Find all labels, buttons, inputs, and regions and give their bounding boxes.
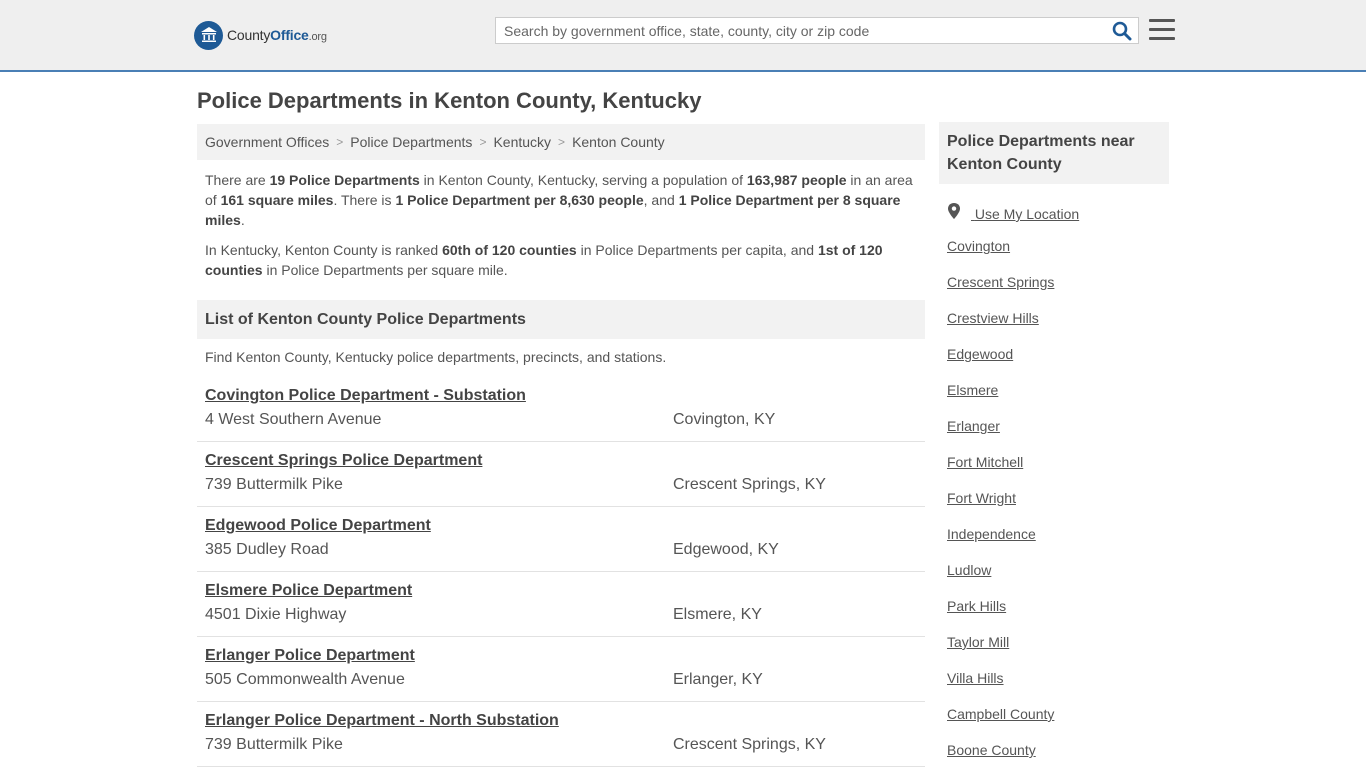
- sidebar-link-elsmere[interactable]: Elsmere: [947, 382, 1169, 418]
- breadcrumb-kenton-county[interactable]: Kenton County: [572, 134, 665, 150]
- breadcrumb-police-departments[interactable]: Police Departments: [350, 134, 472, 150]
- chevron-right-icon: >: [558, 135, 566, 149]
- county-office-logo-icon: [194, 20, 223, 50]
- department-address: 385 Dudley Road: [205, 541, 329, 558]
- list-item: Covington Police Department - Substation…: [197, 385, 925, 442]
- list-heading: List of Kenton County Police Departments: [197, 300, 925, 339]
- sidebar-link-crescent-springs[interactable]: Crescent Springs: [947, 274, 1169, 310]
- department-link[interactable]: Covington Police Department - Substation: [205, 387, 526, 405]
- department-city: Erlanger, KY: [673, 671, 763, 688]
- site-logo[interactable]: CountyOffice.org: [194, 20, 327, 50]
- department-address: 739 Buttermilk Pike: [205, 476, 343, 493]
- list-item: Elsmere Police Department 4501 Dixie Hig…: [197, 580, 925, 637]
- intro-text: There are 19 Police Departments in Kento…: [205, 170, 917, 290]
- department-address: 4501 Dixie Highway: [205, 606, 347, 623]
- search-input[interactable]: [496, 18, 1112, 43]
- sidebar-link-independence[interactable]: Independence: [947, 526, 1169, 562]
- hamburger-menu-icon[interactable]: [1149, 19, 1175, 41]
- use-my-location-label: Use My Location: [974, 206, 1080, 222]
- list-description: Find Kenton County, Kentucky police depa…: [205, 349, 667, 365]
- department-city: Elsmere, KY: [673, 606, 762, 623]
- sidebar-link-boone-county[interactable]: Boone County: [947, 742, 1169, 778]
- department-link[interactable]: Erlanger Police Department: [205, 647, 415, 665]
- chevron-right-icon: >: [479, 135, 487, 149]
- breadcrumb-government-offices[interactable]: Government Offices: [205, 134, 329, 150]
- search-icon[interactable]: [1112, 21, 1132, 41]
- list-item: Crescent Springs Police Department 739 B…: [197, 450, 925, 507]
- intro-paragraph-1: There are 19 Police Departments in Kento…: [205, 172, 913, 228]
- department-address: 505 Commonwealth Avenue: [205, 671, 405, 688]
- sidebar-heading: Police Departments near Kenton County: [939, 122, 1169, 184]
- department-address: 4 West Southern Avenue: [205, 411, 382, 428]
- department-city: Crescent Springs, KY: [673, 736, 826, 753]
- department-link[interactable]: Edgewood Police Department: [205, 517, 431, 535]
- sidebar-link-erlanger[interactable]: Erlanger: [947, 418, 1169, 454]
- map-pin-icon: [948, 203, 960, 219]
- department-link[interactable]: Erlanger Police Department - North Subst…: [205, 712, 559, 730]
- sidebar-link-campbell-county[interactable]: Campbell County: [947, 706, 1169, 742]
- intro-paragraph-2: In Kentucky, Kenton County is ranked 60t…: [205, 242, 883, 278]
- breadcrumb: Government Offices > Police Departments …: [197, 124, 925, 160]
- department-city: Covington, KY: [673, 411, 776, 428]
- sidebar-link-villa-hills[interactable]: Villa Hills: [947, 670, 1169, 706]
- breadcrumb-kentucky[interactable]: Kentucky: [493, 134, 551, 150]
- top-bar: CountyOffice.org: [0, 0, 1366, 72]
- sidebar-links: Use My Location Covington Crescent Sprin…: [939, 202, 1169, 778]
- department-city: Edgewood, KY: [673, 541, 779, 558]
- department-city: Crescent Springs, KY: [673, 476, 826, 493]
- sidebar-link-edgewood[interactable]: Edgewood: [947, 346, 1169, 382]
- search-box: [495, 17, 1139, 44]
- sidebar-link-ludlow[interactable]: Ludlow: [947, 562, 1169, 598]
- list-item: Erlanger Police Department 505 Commonwea…: [197, 645, 925, 702]
- logo-text: CountyOffice.org: [227, 27, 327, 43]
- department-link[interactable]: Crescent Springs Police Department: [205, 452, 482, 470]
- sidebar-link-crestview-hills[interactable]: Crestview Hills: [947, 310, 1169, 346]
- sidebar-link-covington[interactable]: Covington: [947, 238, 1169, 274]
- list-item: Edgewood Police Department 385 Dudley Ro…: [197, 515, 925, 572]
- department-list: Covington Police Department - Substation…: [197, 385, 925, 775]
- sidebar-link-park-hills[interactable]: Park Hills: [947, 598, 1169, 634]
- page-title: Police Departments in Kenton County, Ken…: [197, 88, 702, 113]
- department-link[interactable]: Elsmere Police Department: [205, 582, 412, 600]
- department-address: 739 Buttermilk Pike: [205, 736, 343, 753]
- use-my-location-link[interactable]: Use My Location: [947, 202, 1169, 238]
- sidebar: Police Departments near Kenton County Us…: [939, 122, 1169, 778]
- chevron-right-icon: >: [336, 135, 344, 149]
- sidebar-link-taylor-mill[interactable]: Taylor Mill: [947, 634, 1169, 670]
- sidebar-link-fort-wright[interactable]: Fort Wright: [947, 490, 1169, 526]
- sidebar-link-fort-mitchell[interactable]: Fort Mitchell: [947, 454, 1169, 490]
- list-item: Erlanger Police Department - North Subst…: [197, 710, 925, 767]
